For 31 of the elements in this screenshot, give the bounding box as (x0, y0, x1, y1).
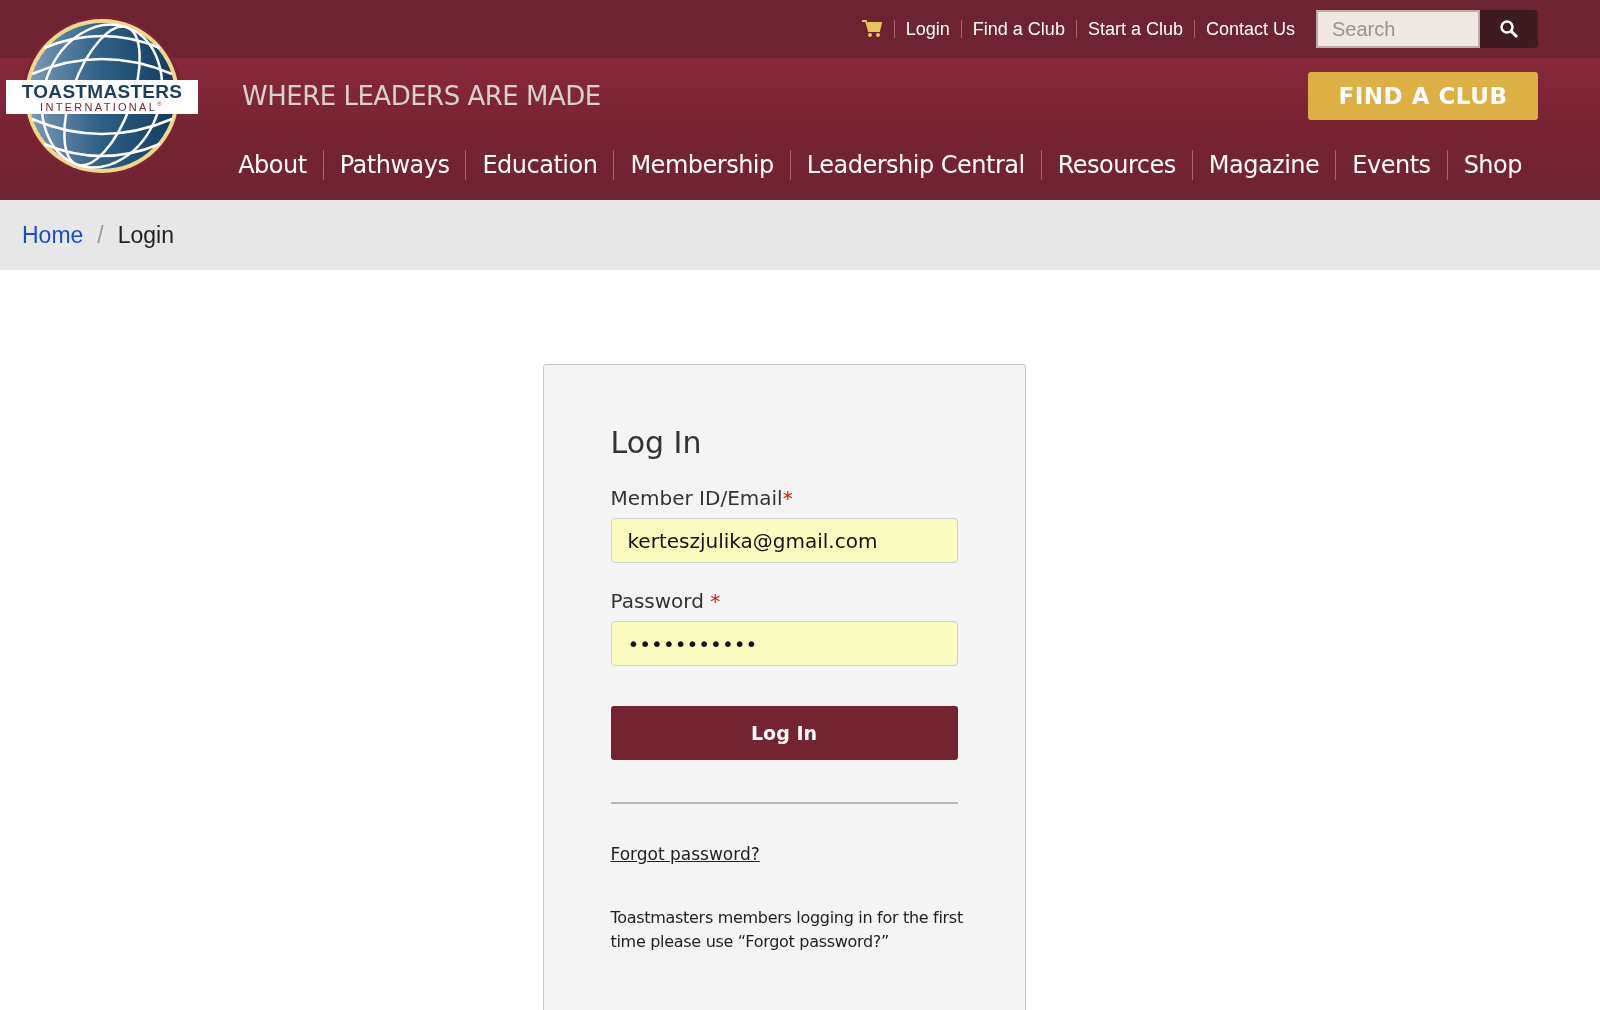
nav-link[interactable]: Resources (1040, 150, 1192, 180)
form-title: Log In (610, 425, 703, 460)
top-link[interactable]: Find a Club (960, 20, 1076, 38)
breadcrumb-separator: / (97, 221, 104, 249)
nav-link[interactable]: Education (465, 150, 614, 180)
nav-link[interactable]: Events (1335, 150, 1447, 180)
nav-link[interactable]: Shop (1446, 150, 1538, 180)
logo-subtitle: INTERNATIONAL$^{®}$ (40, 100, 164, 113)
input-field[interactable]: kerteszjulika@gmail.com (610, 518, 958, 563)
login-button[interactable]: Log In (610, 706, 958, 760)
nav-link[interactable]: About (222, 150, 323, 180)
nav-link[interactable]: Membership (613, 150, 790, 180)
input-field[interactable]: ••••••••••• (610, 621, 958, 666)
field-label: Member ID/Email* (610, 486, 794, 510)
breadcrumb-link[interactable]: Home (22, 221, 84, 249)
nav-link[interactable]: Pathways (322, 150, 466, 180)
top-link[interactable]: Start a Club (1075, 20, 1194, 38)
tagline: WHERE LEADERS ARE MADE (242, 81, 601, 111)
search-button[interactable] (1480, 10, 1538, 48)
current-page-label: Login (117, 221, 175, 249)
logo-name: TOASTMASTERS (21, 81, 183, 101)
search-field[interactable]: Search (1316, 10, 1480, 48)
field-label: Password * (610, 589, 722, 613)
login-note: Toastmasters members logging in for the first time please use “Forgot password?” (610, 907, 964, 953)
search-icon (1499, 19, 1519, 39)
top-link[interactable]: Login (893, 20, 961, 38)
forgot-password-link[interactable]: Forgot password? (610, 844, 760, 864)
nav-link[interactable]: Leadership Central (789, 150, 1041, 180)
cart-icon[interactable] (861, 20, 882, 38)
top-link[interactable]: Contact Us (1193, 20, 1306, 38)
nav-link[interactable]: Magazine (1191, 150, 1336, 180)
